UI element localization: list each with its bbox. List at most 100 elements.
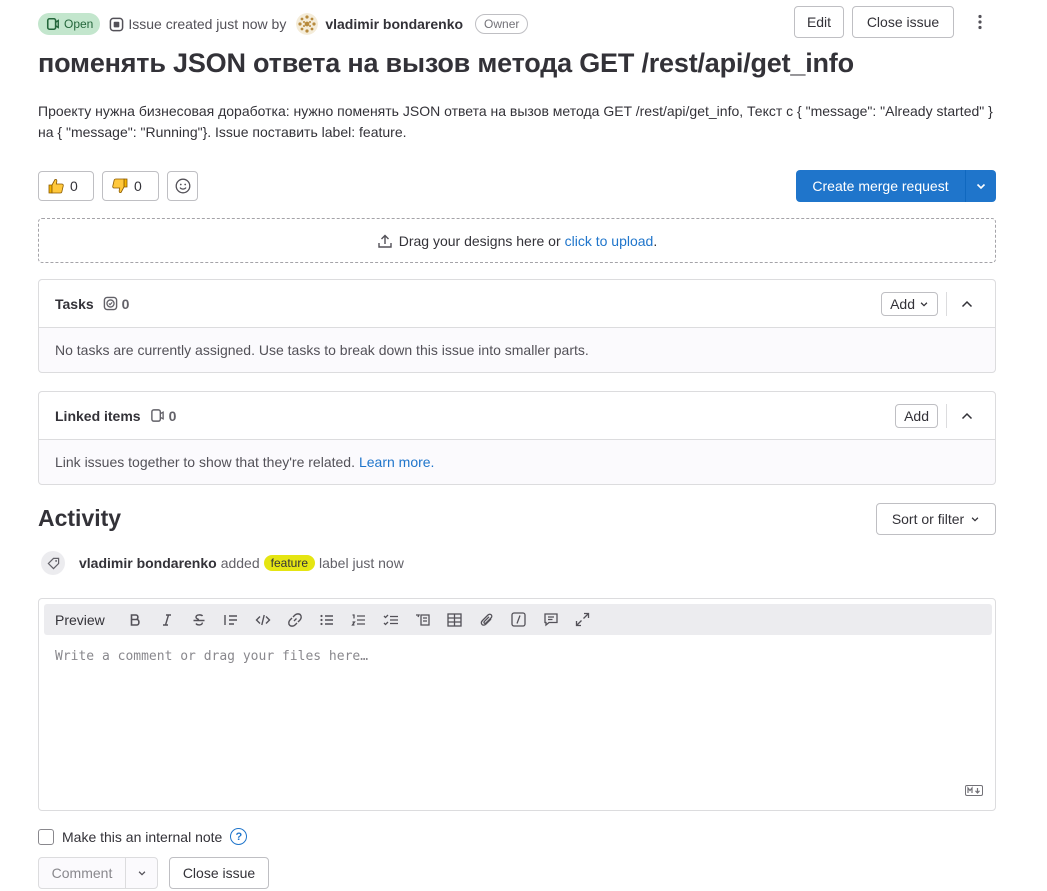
upload-icon [378, 234, 392, 248]
event-suffix: label just now [319, 555, 404, 571]
internal-note-row: Make this an internal note ? [38, 828, 248, 845]
thumbs-down-button[interactable]: 0 [102, 171, 159, 201]
thumbs-down-icon [112, 178, 128, 194]
chevron-up-icon [961, 412, 973, 420]
task-list-icon[interactable] [375, 604, 407, 635]
task-done-icon [103, 296, 117, 311]
close-issue-bottom-button[interactable]: Close issue [169, 857, 269, 889]
author-link[interactable]: vladimir bondarenko [325, 16, 463, 32]
markdown-icon [965, 785, 983, 796]
comment-icon[interactable] [535, 604, 567, 635]
more-actions-button[interactable] [964, 6, 996, 38]
dropzone-suffix: . [653, 232, 658, 249]
comment-button-group: Comment [38, 857, 158, 889]
tasks-collapse-button[interactable] [955, 292, 979, 316]
owner-badge: Owner [475, 14, 529, 34]
thumbs-down-count: 0 [134, 178, 142, 194]
kebab-icon [978, 14, 982, 30]
linked-items-header: Linked items 0 Add [39, 392, 995, 440]
tasks-count: 0 [103, 295, 130, 312]
preview-tab[interactable]: Preview [55, 612, 105, 628]
linked-items-actions: Add [895, 404, 979, 428]
thumbs-up-count: 0 [70, 178, 78, 194]
create-merge-request-button[interactable]: Create merge request [796, 170, 996, 202]
link-issue-icon [150, 409, 164, 422]
fullscreen-icon[interactable] [567, 604, 599, 635]
event-author[interactable]: vladimir bondarenko [79, 555, 217, 571]
dropzone-text: Drag your designs here or [398, 232, 561, 249]
tasks-actions: Add [881, 292, 979, 316]
issue-header: Open Issue created just now by vladimir … [38, 6, 996, 38]
quick-action-icon[interactable] [503, 604, 535, 635]
quote-icon[interactable] [215, 604, 247, 635]
header-actions: Edit Close issue [794, 6, 996, 38]
add-reaction-button[interactable] [167, 171, 198, 201]
tasks-add-button[interactable]: Add [881, 292, 938, 316]
help-icon[interactable]: ? [230, 828, 248, 845]
comment-dropdown-toggle[interactable] [126, 858, 157, 888]
issue-title: поменять JSON ответа на вызов метода GET… [38, 48, 854, 78]
activity-event: vladimir bondarenko added feature label … [41, 551, 404, 575]
edit-button[interactable]: Edit [794, 6, 844, 38]
chevron-down-icon [971, 517, 979, 522]
link-icon[interactable] [279, 604, 311, 635]
activity-heading: Activity [38, 505, 122, 531]
internal-note-label[interactable]: Make this an internal note [62, 829, 222, 845]
linked-items-add-button[interactable]: Add [895, 404, 938, 428]
table-icon[interactable] [439, 604, 471, 635]
linked-items-count: 0 [150, 407, 177, 424]
close-issue-button[interactable]: Close issue [852, 6, 954, 38]
smiley-icon [175, 178, 190, 194]
learn-more-link[interactable]: Learn more. [359, 454, 434, 470]
sort-filter-label: Sort or filter [891, 511, 965, 527]
chevron-down-icon [138, 871, 145, 876]
tag-icon [47, 557, 59, 569]
linked-items-count-value: 0 [168, 407, 177, 424]
comment-editor: Preview Write a comment or drag your fil… [38, 598, 996, 811]
status-label: Open [64, 17, 94, 31]
issue-type-icon [110, 17, 124, 31]
avatar[interactable] [296, 13, 319, 35]
bold-icon[interactable] [119, 604, 151, 635]
linked-items-collapse-button[interactable] [955, 404, 979, 428]
comment-textarea[interactable]: Write a comment or drag your files here… [55, 649, 368, 664]
issue-page: Open Issue created just now by vladimir … [0, 0, 1047, 891]
divider [946, 292, 947, 316]
tasks-title: Tasks [55, 295, 94, 312]
linked-items-card: Linked items 0 Add Link issues together … [38, 391, 996, 485]
tasks-add-label: Add [890, 296, 915, 312]
divider [946, 404, 947, 428]
linked-items-title: Linked items [55, 407, 141, 424]
editor-toolbar: Preview [44, 604, 992, 635]
tasks-empty-text: No tasks are currently assigned. Use tas… [55, 342, 589, 358]
linked-items-empty-text: Link issues together to show that they'r… [55, 454, 355, 470]
click-to-upload-link[interactable]: click to upload [565, 233, 654, 249]
create-merge-request-label: Create merge request [812, 178, 949, 194]
created-text: Issue created just now by [128, 16, 287, 32]
issue-open-icon [46, 17, 59, 31]
issue-description: Проекту нужна бизнесовая доработка: нужн… [38, 103, 993, 140]
collapsible-icon[interactable] [407, 604, 439, 635]
chevron-up-icon [961, 300, 973, 308]
bulleted-list-icon[interactable] [311, 604, 343, 635]
numbered-list-icon[interactable] [343, 604, 375, 635]
comment-button[interactable]: Comment [39, 858, 126, 888]
thumbs-up-icon [48, 178, 64, 194]
sort-filter-dropdown[interactable]: Sort or filter [876, 503, 996, 535]
design-upload-dropzone[interactable]: Drag your designs here or click to uploa… [38, 218, 996, 263]
internal-note-checkbox[interactable] [38, 828, 54, 845]
thumbs-up-button[interactable]: 0 [38, 171, 94, 201]
merge-request-dropdown-toggle[interactable] [965, 170, 996, 202]
strikethrough-icon[interactable] [183, 604, 215, 635]
italic-icon[interactable] [151, 604, 183, 635]
tasks-count-value: 0 [121, 295, 130, 312]
chevron-down-icon [920, 302, 928, 307]
event-action: added [220, 555, 260, 571]
linked-items-empty: Link issues together to show that they'r… [39, 440, 995, 484]
feature-label[interactable]: feature [263, 555, 315, 571]
tasks-card: Tasks 0 Add No tasks are currently assig… [38, 279, 996, 373]
status-badge: Open [38, 13, 101, 35]
attachment-icon[interactable] [471, 604, 503, 635]
chevron-down-icon [976, 183, 986, 190]
code-icon[interactable] [247, 604, 279, 635]
